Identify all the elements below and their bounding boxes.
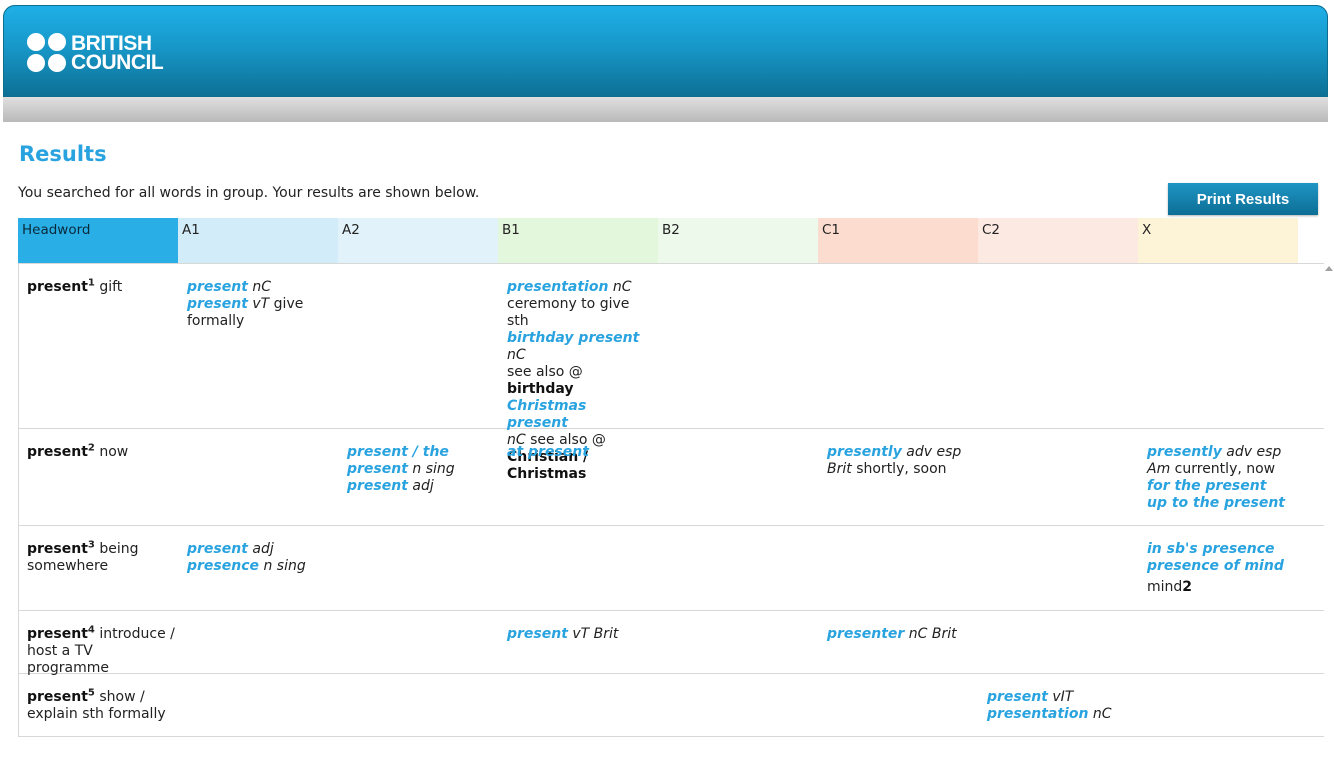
c1-cell: presently adv esp Brit shortly, soon — [827, 444, 972, 478]
list-item: up to the present — [1147, 495, 1285, 511]
list-item: present vT give formally — [187, 296, 304, 329]
col-header-a2: A2 — [338, 218, 498, 263]
headword-cell: present2 now — [27, 442, 129, 460]
logo-text: BRITISH COUNCIL — [71, 32, 164, 74]
logo-dots-icon — [27, 33, 67, 73]
list-item: presentation nC — [987, 706, 1112, 722]
table-row: present1 gift present nC present vT give… — [19, 264, 1324, 482]
cross-reference-link[interactable]: birthday — [507, 381, 574, 397]
list-item: for the present — [1147, 478, 1267, 494]
list-item: presenter nC Brit — [827, 626, 957, 642]
nav-bar — [3, 97, 1328, 122]
headword-cell: present1 gift — [27, 277, 123, 295]
col-header-x: X — [1138, 218, 1298, 263]
col-header-c2: C2 — [978, 218, 1138, 263]
list-item: present nC — [187, 279, 272, 295]
col-header-headword: Headword — [18, 218, 178, 263]
list-item: presently adv esp Am currently, now — [1147, 444, 1282, 477]
list-item: presentation nC ceremony to give sth — [507, 279, 632, 329]
x-cell: presently adv esp Am currently, now for … — [1147, 444, 1292, 512]
list-item: presence of mind mind2 — [1147, 558, 1284, 595]
list-item: present vT Brit — [507, 626, 619, 642]
headword-cell: present3 being somewhere — [27, 539, 139, 574]
col-header-a1: A1 — [178, 218, 338, 263]
print-results-button[interactable]: Print Results — [1168, 183, 1318, 215]
scroll-up-arrow-icon[interactable] — [1325, 266, 1333, 271]
results-table: present1 gift present nC present vT give… — [18, 263, 1324, 737]
headword-cell: present4 introduce / host a TV programme — [27, 624, 175, 676]
table-row: present4 introduce / host a TV programme… — [19, 611, 1324, 676]
a2-cell: present / the present n sing present adj — [347, 444, 492, 495]
b1-cell: present vT Brit — [507, 626, 652, 643]
page-title: Results — [19, 142, 107, 166]
column-headers: Headword A1 A2 B1 B2 C1 C2 X — [18, 218, 1298, 263]
a1-cell: present nC present vT give formally — [187, 279, 332, 330]
c2-cell: present vIT presentation nC — [987, 689, 1132, 723]
site-header: BRITISH COUNCIL — [3, 5, 1328, 97]
list-item: present adj — [187, 541, 274, 557]
table-row: present5 show / explain sth formally pre… — [19, 674, 1324, 737]
list-item: presently adv esp Brit shortly, soon — [827, 444, 962, 477]
cross-reference-link[interactable]: 2 — [1182, 579, 1192, 595]
list-item: present vIT — [987, 689, 1074, 705]
british-council-logo[interactable]: BRITISH COUNCIL — [27, 32, 164, 74]
c1-cell: presenter nC Brit — [827, 626, 972, 643]
table-row: present2 now present / the present n sin… — [19, 429, 1324, 526]
table-row: present3 being somewhere present adj pre… — [19, 526, 1324, 611]
list-item: present / the present n sing — [347, 444, 455, 477]
list-item: at present — [507, 444, 589, 460]
a1-cell: present adj presence n sing — [187, 541, 332, 575]
col-header-b2: B2 — [658, 218, 818, 263]
list-item: in sb's presence — [1147, 541, 1275, 557]
results-intro: You searched for all words in group. You… — [18, 185, 480, 201]
col-header-b1: B1 — [498, 218, 658, 263]
x-cell: in sb's presence presence of mind mind2 — [1147, 541, 1292, 596]
col-header-c1: C1 — [818, 218, 978, 263]
b1-cell: at present — [507, 444, 652, 461]
list-item: present adj — [347, 478, 434, 494]
list-item: birthday present nC see also @ birthday — [507, 330, 640, 397]
list-item: presence n sing — [187, 558, 306, 574]
headword-cell: present5 show / explain sth formally — [27, 687, 166, 722]
